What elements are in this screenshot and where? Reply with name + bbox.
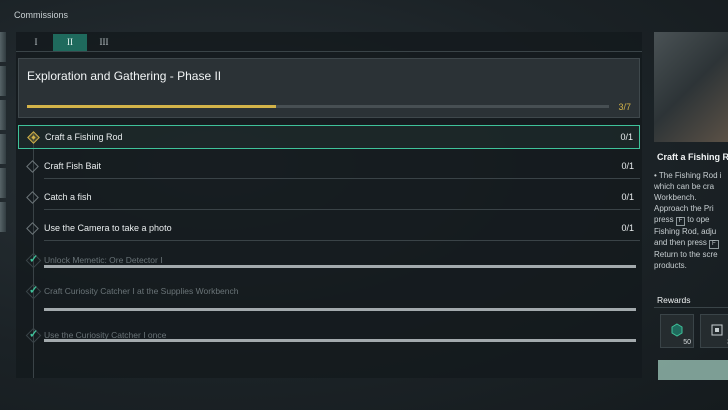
reward-item[interactable]: 3 — [700, 314, 728, 348]
task-row[interactable]: Use the Camera to take a photo 0/1 — [18, 217, 640, 241]
thumbnail[interactable] — [0, 32, 6, 62]
thumbnail[interactable] — [0, 66, 6, 96]
task-divider — [44, 178, 640, 179]
detail-line-key: press Fto ope — [654, 215, 710, 226]
task-label: Craft Fish Bait — [44, 161, 102, 171]
currency-chip-icon — [671, 323, 683, 337]
checkmark-icon: ✓ — [25, 327, 42, 344]
phase-progress-bar — [27, 105, 609, 108]
task-count: 0/1 — [620, 132, 633, 142]
phase-progress-count: 3/7 — [618, 102, 631, 112]
task-row[interactable]: Craft Fish Bait 0/1 — [18, 155, 640, 179]
title-bar: Commissions — [0, 0, 728, 28]
key-f-icon: F — [708, 240, 719, 249]
task-diamond-icon — [26, 160, 39, 173]
detail-panel: Craft a Fishing Ro • The Fishing Rod i w… — [654, 32, 728, 410]
phase-title: Exploration and Gathering - Phase II — [27, 69, 222, 83]
task-divider — [44, 209, 640, 210]
task-count: 0/1 — [621, 161, 634, 171]
completed-task-label: Craft Curiosity Catcher I at the Supplie… — [44, 286, 239, 296]
left-thumbnail-strip — [0, 32, 6, 238]
detail-description: • The Fishing Rod i which can be cra Wor… — [654, 170, 728, 271]
item-frame-icon — [711, 324, 723, 336]
phase-header-card: Exploration and Gathering - Phase II 3/7 — [18, 58, 640, 118]
task-row[interactable]: Craft a Fishing Rod 0/1 — [18, 125, 640, 149]
completed-progress-bar — [44, 339, 636, 342]
task-label: Craft a Fishing Rod — [45, 132, 123, 142]
checkmark-icon: ✓ — [25, 252, 42, 269]
task-divider — [44, 240, 640, 241]
completed-progress-bar — [44, 308, 636, 311]
thumbnail[interactable] — [0, 202, 6, 232]
thumbnail[interactable] — [0, 134, 6, 164]
active-task-diamond-icon — [27, 131, 40, 144]
task-label: Catch a fish — [44, 192, 92, 202]
reward-quantity: 50 — [683, 339, 691, 346]
detail-line: • The Fishing Rod i — [654, 171, 722, 180]
checkmark-icon: ✓ — [25, 283, 42, 300]
thumbnail[interactable] — [0, 100, 6, 130]
task-diamond-icon — [26, 191, 39, 204]
detail-title: Craft a Fishing Ro — [657, 152, 728, 162]
completed-progress-bar — [44, 265, 636, 268]
thumbnail[interactable] — [0, 168, 6, 198]
detail-line: products. — [654, 261, 687, 270]
rewards-heading: Rewards — [657, 295, 691, 305]
task-count: 0/1 — [621, 223, 634, 233]
detail-line: Workbench. — [654, 193, 697, 202]
tab-phase-2[interactable]: II — [53, 34, 87, 51]
key-f-icon: F — [675, 217, 686, 226]
detail-line: Approach the Pri — [654, 204, 714, 213]
window-title: Commissions — [14, 10, 69, 20]
detail-line: Return to the scre — [654, 250, 718, 259]
task-diamond-icon — [26, 222, 39, 235]
phase-progress-fill — [27, 105, 277, 108]
task-label: Use the Camera to take a photo — [44, 223, 172, 233]
detail-line: which can be cra — [654, 182, 715, 191]
tab-phase-3[interactable]: III — [87, 34, 121, 51]
reward-item[interactable]: 50 — [660, 314, 694, 348]
claim-button[interactable] — [658, 360, 728, 380]
tab-phase-1[interactable]: I — [19, 34, 53, 51]
phase-tabs: I II III — [16, 32, 642, 52]
task-preview-image — [654, 32, 728, 142]
detail-line-key: and then press F — [654, 237, 728, 249]
task-row[interactable]: Catch a fish 0/1 — [18, 186, 640, 210]
detail-line: Fishing Rod, adju — [654, 227, 717, 236]
rewards-divider — [654, 307, 728, 308]
commission-panel: I II III Exploration and Gathering - Pha… — [16, 32, 642, 378]
task-count: 0/1 — [621, 192, 634, 202]
